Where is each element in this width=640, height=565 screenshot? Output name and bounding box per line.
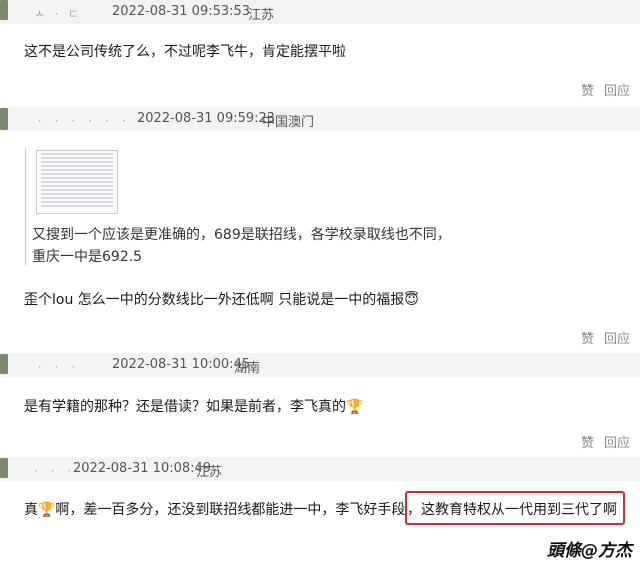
watermark-logo: 頭條@方杰 [547,541,632,561]
comment-actions: 赞回应 [571,328,630,347]
like-button[interactable]: 赞 [581,332,594,347]
comment-location: 湖南 [234,361,261,376]
highlighted-text: ，这教育特权从一代用到三代了啊 [407,502,617,518]
quote-text-line2: 重庆一中是692.5 [32,249,143,265]
quote-block [25,148,26,266]
quote-text-line1: 又搜到一个应该是更准确的，689是联招线，各学校录取线也不同， [32,227,451,243]
table-thumbnail-image[interactable] [36,150,118,214]
comment-3-header [0,353,640,377]
comment-location: 江苏 [248,8,275,23]
avatar[interactable] [0,354,8,374]
like-button[interactable]: 赞 [581,84,594,99]
username[interactable]: ㆍ ㆍ ㆍ ㆍ ㆍ ㆍ ㆍ [34,112,147,129]
avatar[interactable] [0,0,8,20]
avatar[interactable] [0,108,8,130]
username[interactable]: ㆍ ㆍ ㆍ [34,358,80,375]
reply-button[interactable]: 回应 [604,436,630,451]
comment-1-header [0,0,640,24]
comment-text: 真🏆啊，差一百多分，还没到联招线都能进一中，李飞好手段 [24,502,406,518]
username[interactable]: ㆍ ㆍ ㆍ [30,462,76,479]
comment-text: 这不是公司传统了么，不过呢李飞牛，肯定能摆平啦 [24,44,346,60]
avatar[interactable] [0,458,8,478]
comment-location: 江苏 [196,465,223,480]
comment-text: 是有学籍的那种？还是借读？如果是前者，李飞真的🏆 [24,399,364,415]
comment-text: 歪个lou 怎么一中的分数线比一外还低啊 只能说是一中的福报😇 [24,292,419,308]
username[interactable]: ㅅ ㆍ ㄷ [34,5,80,22]
reply-button[interactable]: 回应 [604,84,630,99]
comment-timestamp: 2022-08-31 09:59:23 [137,111,276,126]
comment-location: 中国澳门 [262,115,315,130]
reply-button[interactable]: 回应 [604,332,630,347]
comment-timestamp: 2022-08-31 09:53:53 [112,4,251,19]
like-button[interactable]: 赞 [581,436,594,451]
comment-actions: 赞回应 [571,80,630,99]
comment-actions: 赞回应 [571,432,630,451]
comment-timestamp: 2022-08-31 10:08:49 [73,461,212,476]
comment-timestamp: 2022-08-31 10:00:45 [112,357,251,372]
